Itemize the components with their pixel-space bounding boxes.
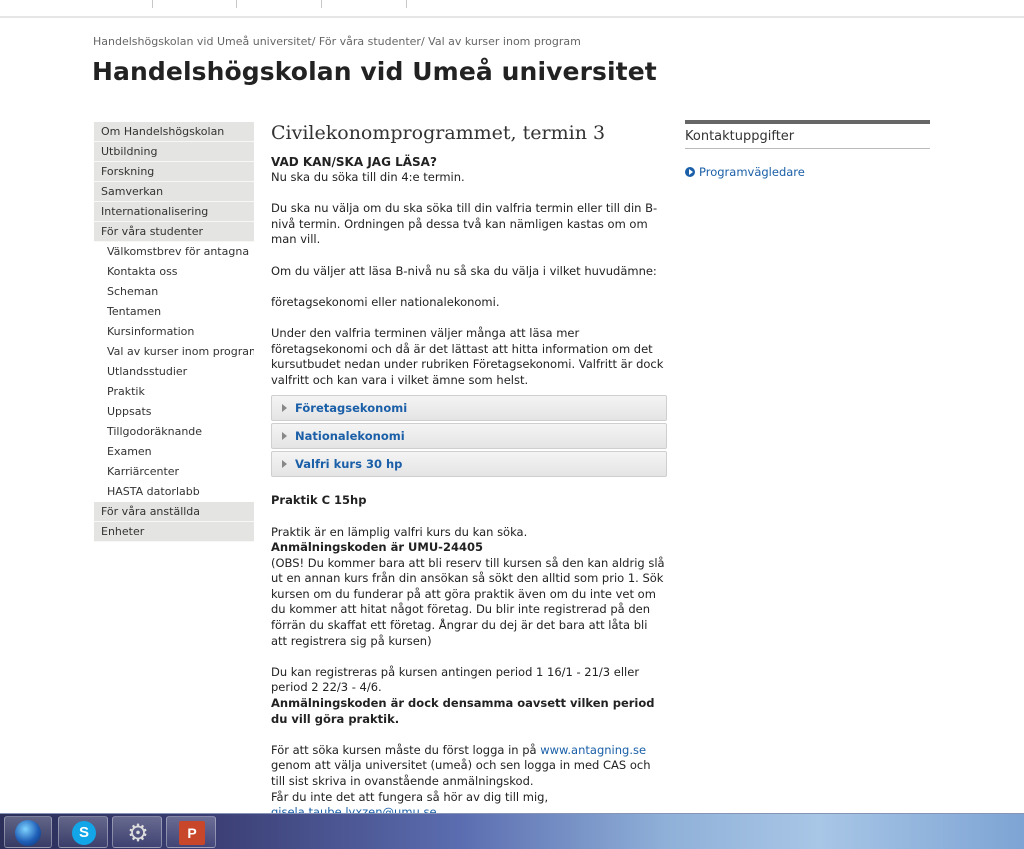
taskbar-skype-button[interactable]: S bbox=[58, 816, 108, 848]
sidebar-subitem-kursinformation[interactable]: Kursinformation bbox=[94, 322, 254, 342]
site-title[interactable]: Handelshögskolan vid Umeå universitet bbox=[92, 57, 657, 86]
nav-separator bbox=[152, 0, 153, 8]
accordion-item-foretagsekonomi[interactable]: Företagsekonomi bbox=[271, 395, 667, 422]
accordion: Företagsekonomi Nationalekonomi Valfri k… bbox=[271, 395, 667, 478]
paragraph: Du ska nu välja om du ska söka till din … bbox=[271, 201, 658, 247]
accordion-label: Nationalekonomi bbox=[295, 429, 405, 444]
nav-separator bbox=[236, 0, 237, 8]
paragraph: (OBS! Du kommer bara att bli reserv till… bbox=[271, 555, 665, 648]
sidebar-subitem-uppsats[interactable]: Uppsats bbox=[94, 402, 254, 422]
contact-link-label: Programvägledare bbox=[699, 165, 805, 179]
sidebar-item-om-handelshogskolan[interactable]: Om Handelshögskolan bbox=[94, 122, 254, 142]
paragraph-bold: Anmälningskoden är dock densamma oavsett… bbox=[271, 696, 655, 726]
praktik-heading: Praktik C 15hp bbox=[271, 493, 367, 508]
powerpoint-icon: P bbox=[179, 821, 205, 845]
sidebar-subitem-karriarcenter[interactable]: Karriärcenter bbox=[94, 462, 254, 482]
accordion-item-valfri-kurs[interactable]: Valfri kurs 30 hp bbox=[271, 451, 667, 478]
sidebar-subitem-tentamen[interactable]: Tentamen bbox=[94, 302, 254, 322]
taskbar: S ⚙ P bbox=[0, 813, 1024, 849]
paragraph: Om du väljer att läsa B-nivå nu så ska d… bbox=[271, 263, 657, 278]
main-content: Civilekonomprogrammet, termin 3 VAD KAN/… bbox=[271, 120, 667, 821]
taskbar-powerpoint-button[interactable]: P bbox=[166, 816, 216, 848]
text: genom att välja universitet (umeå) och s… bbox=[271, 758, 651, 788]
start-button[interactable] bbox=[4, 816, 52, 848]
sidebar-subitem-tillgodoraknande[interactable]: Tillgodoräknande bbox=[94, 422, 254, 442]
paragraph: Praktik är en lämplig valfri kurs du kan… bbox=[271, 524, 528, 539]
sidebar-item-for-vara-studenter[interactable]: För våra studenter bbox=[94, 222, 254, 242]
sidebar-item-for-vara-anstallda[interactable]: För våra anställda bbox=[94, 502, 254, 522]
antagning-link[interactable]: www.antagning.se bbox=[540, 743, 646, 757]
accordion-label: Valfri kurs 30 hp bbox=[295, 457, 403, 472]
sidebar-subitem-val-av-kurser[interactable]: Val av kurser inom program bbox=[94, 342, 254, 362]
skype-icon: S bbox=[72, 821, 96, 845]
paragraph: Nu ska du söka till din 4:e termin. bbox=[271, 170, 465, 184]
top-navigation-bar bbox=[0, 0, 1024, 18]
sidebar-item-utbildning[interactable]: Utbildning bbox=[94, 142, 254, 162]
accordion-item-nationalekonomi[interactable]: Nationalekonomi bbox=[271, 423, 667, 450]
sidebar-subitem-kontakta-oss[interactable]: Kontakta oss bbox=[94, 262, 254, 282]
sidebar-subitem-utlandsstudier[interactable]: Utlandsstudier bbox=[94, 362, 254, 382]
sidebar-subitem-scheman[interactable]: Scheman bbox=[94, 282, 254, 302]
paragraph: företagsekonomi eller nationalekonomi. bbox=[271, 294, 500, 309]
section-heading: VAD KAN/SKA JAG LÄSA? bbox=[271, 155, 437, 169]
registration-code: Anmälningskoden är UMU-24405 bbox=[271, 540, 483, 555]
paragraph: Du kan registreras på kursen antingen pe… bbox=[271, 664, 640, 695]
sidebar-subitem-valkomstbrev[interactable]: Välkomstbrev för antagna bbox=[94, 242, 254, 262]
sidebar-subitem-praktik[interactable]: Praktik bbox=[94, 382, 254, 402]
nav-separator bbox=[406, 0, 407, 8]
programvagledare-link[interactable]: Programvägledare bbox=[685, 165, 930, 179]
breadcrumb-item-home[interactable]: Handelshögskolan vid Umeå universitet bbox=[93, 35, 312, 48]
sidebar-item-forskning[interactable]: Forskning bbox=[94, 162, 254, 182]
sidebar-item-enheter[interactable]: Enheter bbox=[94, 522, 254, 542]
gear-icon: ⚙ bbox=[127, 819, 149, 847]
breadcrumb-separator: / bbox=[311, 35, 319, 48]
breadcrumb: Handelshögskolan vid Umeå universitet/ F… bbox=[93, 35, 581, 48]
contact-panel: Kontaktuppgifter Programvägledare bbox=[685, 120, 930, 179]
paragraph: Får du inte det att fungera så hör av di… bbox=[271, 789, 549, 804]
sidebar-item-samverkan[interactable]: Samverkan bbox=[94, 182, 254, 202]
paragraph: För att söka kursen måste du först logga… bbox=[271, 743, 667, 790]
page-title: Civilekonomprogrammet, termin 3 bbox=[271, 122, 606, 144]
contact-heading: Kontaktuppgifter bbox=[685, 120, 930, 149]
text: För att söka kursen måste du först logga… bbox=[271, 742, 541, 757]
sidebar-nav: Om Handelshögskolan Utbildning Forskning… bbox=[94, 122, 254, 542]
nav-separator bbox=[321, 0, 322, 8]
play-circle-icon bbox=[685, 167, 695, 177]
sidebar-subitem-hasta-datorlabb[interactable]: HASTA datorlabb bbox=[94, 482, 254, 502]
triangle-right-icon bbox=[282, 432, 287, 441]
windows-orb-icon bbox=[15, 820, 41, 846]
sidebar-subitem-examen[interactable]: Examen bbox=[94, 442, 254, 462]
sidebar-item-internationalisering[interactable]: Internationalisering bbox=[94, 202, 254, 222]
taskbar-settings-button[interactable]: ⚙ bbox=[112, 816, 162, 848]
triangle-right-icon bbox=[282, 404, 287, 413]
breadcrumb-item-students[interactable]: För våra studenter bbox=[319, 35, 421, 48]
triangle-right-icon bbox=[282, 460, 287, 469]
paragraph: Under den valfria terminen väljer många … bbox=[271, 325, 664, 387]
accordion-label: Företagsekonomi bbox=[295, 401, 408, 416]
breadcrumb-item-current: Val av kurser inom program bbox=[428, 35, 581, 48]
